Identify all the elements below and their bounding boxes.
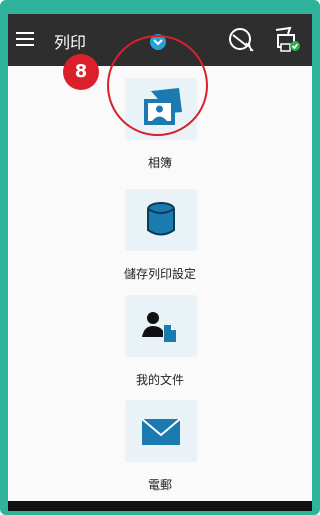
app-screen: 列印 相簿 儲存列印設定 我的文件 電郵 8: [8, 14, 312, 511]
bottom-bar: [8, 501, 312, 511]
menu-item-my-documents[interactable]: 我的文件: [8, 295, 312, 395]
document-tile: [125, 295, 197, 357]
printer-connected-icon[interactable]: [272, 26, 302, 54]
document-icon: [142, 312, 176, 342]
menu-item-label: 相簿: [147, 156, 172, 170]
storage-icon: [147, 202, 175, 236]
menu-item-label: 我的文件: [135, 373, 184, 387]
menu-item-storage[interactable]: 儲存列印設定: [8, 189, 312, 289]
page-title: 列印: [54, 33, 87, 52]
menu-item-label: 儲存列印設定: [123, 267, 196, 281]
step-badge: 8: [63, 54, 99, 90]
highlight-ring: [107, 35, 208, 136]
printer-status-icon[interactable]: [227, 26, 255, 54]
menu-item-email[interactable]: 電郵: [8, 400, 312, 500]
menu-item-label: 電郵: [147, 478, 172, 492]
storage-tile: [125, 189, 197, 251]
mail-icon: [141, 418, 181, 445]
device-frame: 列印 相簿 儲存列印設定 我的文件 電郵 8: [0, 0, 320, 515]
menu-icon[interactable]: [16, 32, 34, 46]
mail-tile: [125, 400, 197, 462]
